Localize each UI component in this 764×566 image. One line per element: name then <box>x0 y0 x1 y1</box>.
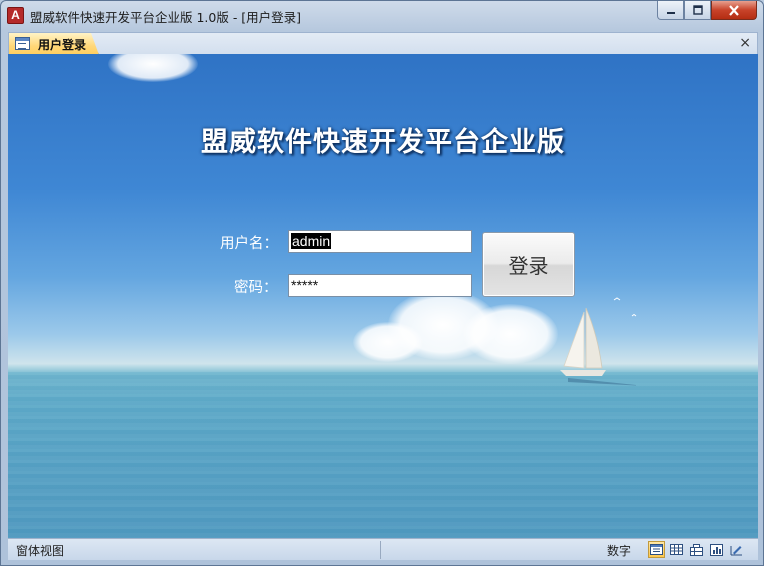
title-bar[interactable]: A 盟威软件快速开发平台企业版 1.0版 - [用户登录] <box>1 1 763 31</box>
design-view-button[interactable] <box>728 541 745 558</box>
login-button[interactable]: 登录 <box>482 232 575 297</box>
username-label: 用户名： <box>220 236 278 252</box>
username-input[interactable]: admin <box>288 230 472 253</box>
status-divider <box>380 541 381 559</box>
tab-label: 用户登录 <box>38 38 87 52</box>
pivot-chart-view-button[interactable] <box>708 541 725 558</box>
pivot-table-view-button[interactable] <box>688 541 705 558</box>
access-app-icon[interactable]: A <box>7 7 24 24</box>
cloud-decoration <box>108 54 198 82</box>
close-window-button[interactable] <box>711 1 757 20</box>
caption-buttons <box>657 1 757 20</box>
app-window: A 盟威软件快速开发平台企业版 1.0版 - [用户登录] 用户登录 × 盟威软… <box>0 0 764 566</box>
form-view-icon <box>650 544 663 555</box>
close-tab-button[interactable]: × <box>739 35 751 51</box>
maximize-icon <box>692 5 703 15</box>
cloud-decoration <box>353 322 423 362</box>
page-title: 盟威软件快速开发平台企业版 <box>201 127 565 158</box>
maximize-button[interactable] <box>684 1 711 20</box>
window-title: 盟威软件快速开发平台企业版 1.0版 - [用户登录] <box>30 10 302 25</box>
form-icon <box>15 37 30 50</box>
password-input[interactable]: ***** <box>288 274 472 297</box>
status-view-name: 窗体视图 <box>16 544 65 558</box>
minimize-button[interactable] <box>657 1 684 20</box>
status-bar: 窗体视图 数字 <box>8 538 758 560</box>
login-form-canvas: 盟威软件快速开发平台企业版 用户名： admin 密码： ***** 登录 <box>8 54 758 538</box>
pivot-chart-icon <box>710 543 723 556</box>
minimize-icon <box>666 12 675 14</box>
bird-icon <box>613 297 637 317</box>
close-icon <box>729 4 739 16</box>
status-numlock: 数字 <box>607 544 632 558</box>
datasheet-view-button[interactable] <box>668 541 685 558</box>
tab-user-login[interactable]: 用户登录 <box>9 33 99 55</box>
cloud-decoration <box>463 304 558 364</box>
password-label: 密码： <box>234 280 278 296</box>
datasheet-view-icon <box>670 544 683 555</box>
document-tab-bar: 用户登录 × <box>8 32 758 55</box>
view-switcher <box>648 541 745 558</box>
pivot-table-icon <box>690 543 703 556</box>
design-view-icon <box>730 545 742 555</box>
form-view-button[interactable] <box>648 541 665 558</box>
sea-background <box>8 372 758 538</box>
username-value: admin <box>291 233 332 249</box>
